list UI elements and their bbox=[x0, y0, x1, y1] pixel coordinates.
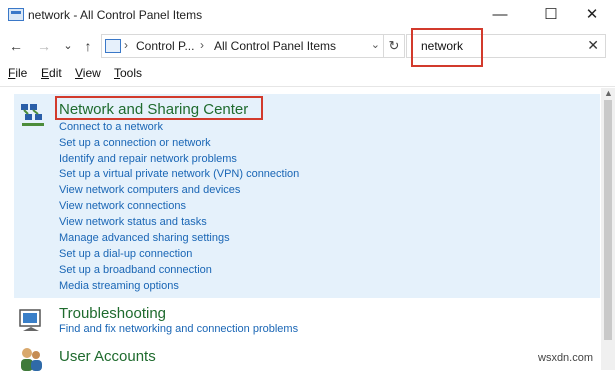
control-panel-icon bbox=[105, 39, 121, 53]
watermark: wsxdn.com bbox=[538, 352, 594, 364]
divider bbox=[0, 86, 615, 87]
forward-button[interactable]: → bbox=[36, 36, 52, 56]
address-dropdown-button[interactable]: ⌄ bbox=[371, 38, 380, 51]
task-link[interactable]: Identify and repair network problems bbox=[59, 153, 237, 165]
close-button[interactable]: ✕ bbox=[569, 0, 615, 30]
task-link[interactable]: Set up a connection or network bbox=[59, 137, 211, 149]
minimize-button[interactable]: — bbox=[477, 0, 523, 30]
menu-tools[interactable]: Tools bbox=[114, 66, 142, 80]
task-link[interactable]: View network computers and devices bbox=[59, 184, 240, 196]
vertical-scrollbar[interactable]: ▲ bbox=[601, 88, 615, 370]
breadcrumb-control-panel[interactable]: Control P... bbox=[136, 39, 194, 53]
menu-edit[interactable]: Edit bbox=[41, 66, 62, 80]
clear-search-icon[interactable]: ✕ bbox=[587, 37, 599, 54]
task-link[interactable]: Find and fix networking and connection p… bbox=[59, 323, 298, 335]
navigation-bar: ← → ⌄ ↑ › Control P... › All Control Pan… bbox=[0, 32, 615, 60]
task-link[interactable]: Manage advanced sharing settings bbox=[59, 232, 230, 244]
refresh-button[interactable]: ↻ bbox=[383, 35, 404, 57]
task-link[interactable]: Connect to a network bbox=[59, 121, 163, 133]
window-title: network - All Control Panel Items bbox=[28, 8, 203, 22]
task-link[interactable]: Set up a dial-up connection bbox=[59, 248, 192, 260]
menu-file[interactable]: File bbox=[8, 66, 27, 80]
network-sharing-center-icon bbox=[21, 104, 44, 126]
task-link[interactable]: Set up a virtual private network (VPN) c… bbox=[59, 168, 299, 180]
breadcrumb-separator: › bbox=[124, 38, 128, 52]
address-bar[interactable]: › Control P... › All Control Panel Items… bbox=[101, 34, 405, 58]
category-troubleshooting[interactable]: Troubleshooting bbox=[59, 305, 166, 322]
troubleshooting-icon bbox=[19, 309, 41, 331]
task-link[interactable]: Set up a broadband connection bbox=[59, 264, 212, 276]
category-user-accounts[interactable]: User Accounts bbox=[59, 348, 156, 365]
control-panel-icon bbox=[8, 8, 24, 21]
breadcrumb-separator: › bbox=[200, 38, 204, 52]
breadcrumb-all-items[interactable]: All Control Panel Items bbox=[214, 39, 336, 53]
menu-view[interactable]: View bbox=[75, 66, 101, 80]
annotation-box-category bbox=[55, 96, 263, 120]
annotation-box-search bbox=[411, 28, 483, 67]
scrollbar-thumb[interactable] bbox=[604, 100, 612, 340]
task-link[interactable]: Media streaming options bbox=[59, 280, 179, 292]
maximize-button[interactable]: ☐ bbox=[528, 0, 574, 30]
task-link[interactable]: View network connections bbox=[59, 200, 186, 212]
up-button[interactable]: ↑ bbox=[80, 36, 96, 56]
recent-locations-button[interactable]: ⌄ bbox=[60, 36, 76, 56]
scroll-up-icon[interactable]: ▲ bbox=[604, 88, 613, 98]
task-link[interactable]: View network status and tasks bbox=[59, 216, 207, 228]
user-accounts-icon bbox=[21, 348, 42, 371]
menu-bar: File Edit View Tools bbox=[0, 63, 615, 83]
back-button[interactable]: ← bbox=[8, 36, 24, 56]
title-bar: network - All Control Panel Items — ☐ ✕ bbox=[0, 0, 615, 30]
